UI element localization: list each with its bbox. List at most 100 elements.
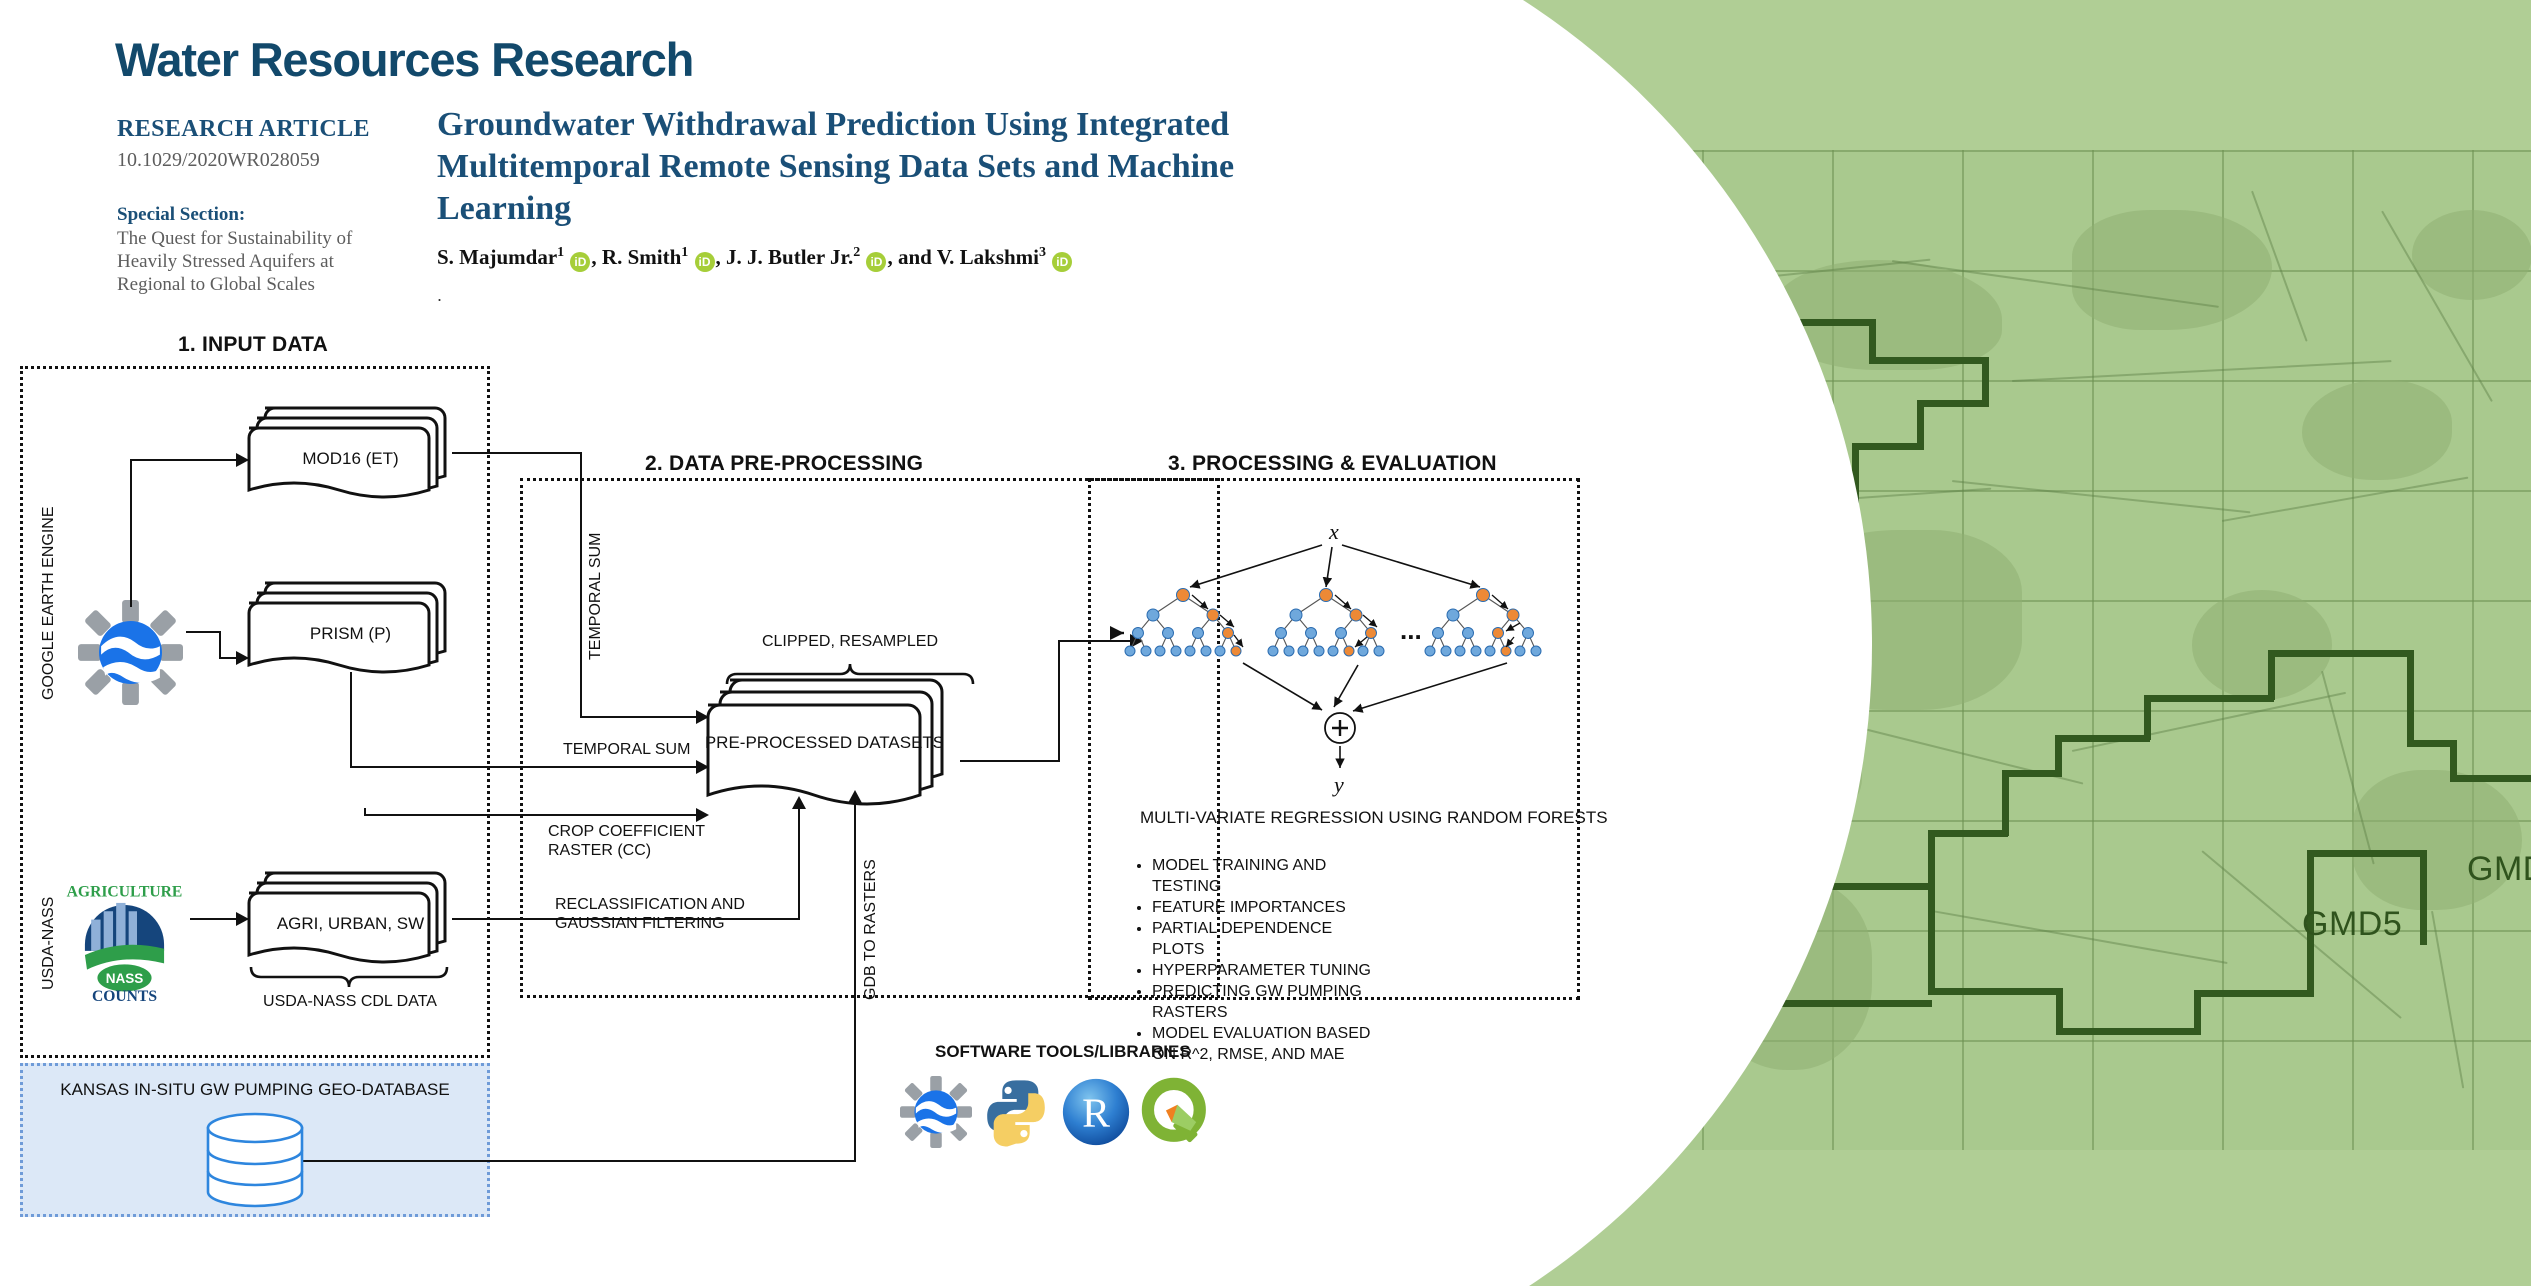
section-title-input-data: 1. INPUT DATA	[178, 333, 328, 356]
evaluation-list: MODEL TRAINING AND TESTING FEATURE IMPOR…	[1130, 855, 1380, 1065]
gmd-boundary-segment	[1917, 400, 1989, 407]
map-terrain-shade	[2352, 770, 2522, 910]
map-label-gmd: GMD	[2467, 850, 2531, 888]
edge-label-temporal-sum-vertical: TEMPORAL SUM	[587, 532, 604, 660]
connector-reclass-up	[798, 808, 800, 920]
usda-nass-logo-icon: NASS AGRICULTURE COUNTS	[67, 884, 183, 1005]
arrowhead	[696, 808, 709, 822]
edge-label-crop-coefficient: CROP COEFFICIENT RASTER (CC)	[548, 823, 706, 859]
author-name: J. J. Butler Jr.	[726, 245, 854, 269]
gmd-boundary-segment	[1869, 357, 1989, 364]
arrowhead	[696, 710, 709, 724]
python-icon[interactable]	[980, 1076, 1052, 1148]
connector-gee-to-prism	[219, 631, 221, 658]
map-stream	[2221, 476, 2469, 522]
orcid-icon[interactable]: iD	[866, 252, 887, 272]
document-stack-cdl: AGRI, URBAN, SW	[243, 865, 458, 970]
connector-cdl-vert-stub	[364, 812, 366, 816]
gmd-boundary-segment	[2144, 695, 2274, 702]
author-affiliation: 1	[681, 245, 689, 260]
connector-preprocessed-up	[1058, 640, 1060, 762]
list-item: HYPERPARAMETER TUNING	[1152, 960, 1380, 981]
map-terrain-shade	[2302, 380, 2452, 480]
arrowhead	[236, 912, 249, 926]
gmd-boundary-segment	[2307, 850, 2427, 857]
connector-prism-down	[350, 672, 352, 768]
doi-text[interactable]: 10.1029/2020WR028059	[117, 149, 320, 172]
map-stream	[1931, 910, 2228, 965]
tools-section-title: SOFTWARE TOOLS/LIBRARIES	[935, 1042, 1191, 1061]
orcid-icon[interactable]: iD	[694, 252, 715, 272]
connector-gee-to-prism	[186, 631, 220, 633]
cdl-brace-icon	[249, 966, 449, 988]
svg-text:NASS: NASS	[106, 971, 144, 986]
list-item: FEATURE IMPORTANCES	[1152, 897, 1380, 918]
arrowhead	[696, 760, 709, 774]
rf-ellipsis: ...	[1400, 615, 1422, 645]
author-affiliation: 2	[853, 245, 861, 260]
document-stack-prism: PRISM (P)	[243, 575, 458, 680]
map-stream	[2321, 670, 2375, 865]
document-stack-mod16: MOD16 (ET)	[243, 400, 458, 505]
article-header-and-flowchart: Water Resources Research RESEARCH ARTICL…	[0, 0, 1608, 1286]
geodatabase-label: KANSAS IN-SITU GW PUMPING GEO-DATABASE	[60, 1080, 450, 1099]
gmd-boundary-segment	[2407, 650, 2414, 745]
list-item: PARTIAL DEPENDENCE PLOTS	[1152, 918, 1380, 960]
document-label-mod16: MOD16 (ET)	[302, 449, 399, 468]
source-label-usda-nass: USDA-NASS	[40, 896, 57, 990]
page-title: Groundwater Withdrawal Prediction Using …	[437, 106, 1235, 227]
map-label-gmd5: GMD5	[2302, 905, 2403, 943]
trailing-period: .	[437, 285, 443, 305]
map-stream	[2431, 910, 2465, 1089]
journal-title: Water Resources Research	[115, 33, 694, 86]
orcid-icon[interactable]: iD	[1052, 252, 1073, 272]
author-name: S. Majumdar	[437, 245, 558, 269]
cdl-brace-label: USDA-NASS CDL DATA	[263, 993, 437, 1010]
connector-mod16-in	[580, 716, 702, 718]
r-language-icon[interactable]: R	[1060, 1076, 1132, 1148]
edge-label-temporal-sum: TEMPORAL SUM	[563, 741, 691, 758]
special-section-heading: Special Section:	[117, 204, 246, 225]
author-name: V. Lakshmi	[936, 245, 1040, 269]
gmd-boundary-segment	[2002, 770, 2009, 836]
gmd-boundary-segment	[2268, 650, 2275, 700]
connector-cc-in	[364, 814, 702, 816]
gmd-boundary-segment	[2056, 1028, 2201, 1035]
document-label-prism: PRISM (P)	[309, 624, 392, 643]
author-affiliation: 1	[557, 245, 565, 260]
gmd-boundary-segment	[2450, 775, 2531, 782]
connector-gee-to-mod16	[130, 459, 132, 607]
rf-input-symbol: x	[1328, 519, 1339, 544]
map-stream	[1951, 480, 2251, 514]
rf-output-symbol: y	[1332, 772, 1344, 797]
random-forest-diagram: x ...	[1110, 519, 1542, 713]
orcid-icon[interactable]: iD	[570, 252, 591, 272]
map-terrain-shade	[2412, 210, 2531, 300]
preprocessed-brace-label: CLIPPED, RESAMPLED	[761, 633, 939, 650]
author-list: S. Majumdar1 iD, R. Smith1 iD, J. J. But…	[437, 245, 1073, 272]
document-stack-preprocessed: PRE-PROCESSED DATASETS	[700, 672, 965, 812]
svg-text:AGRICULTURE: AGRICULTURE	[67, 884, 183, 901]
list-item: PREDICTING GW PUMPING RASTERS	[1152, 981, 1380, 1023]
connector-nass-to-cdl	[190, 918, 240, 920]
connector-preprocessed-out	[960, 760, 1060, 762]
map-terrain-shade	[2192, 590, 2332, 700]
article-type-label: RESEARCH ARTICLE	[117, 116, 370, 142]
gmd-boundary-segment	[1852, 443, 1924, 450]
gmd-boundary-segment	[1928, 988, 2063, 995]
google-earth-engine-icon[interactable]	[900, 1076, 972, 1148]
rf-caption: MULTI-VARIATE REGRESSION USING RANDOM FO…	[1140, 808, 1608, 827]
edge-label-gdb-to-rasters: GDB TO RASTERS	[862, 859, 879, 1000]
google-earth-engine-icon	[78, 600, 183, 705]
qgis-icon[interactable]	[1140, 1076, 1212, 1148]
rf-aggregator: y	[1324, 712, 1356, 797]
list-item: MODEL TRAINING AND TESTING	[1152, 855, 1380, 897]
preprocessed-brace-icon	[725, 663, 975, 685]
gmd-boundary-segment	[2055, 735, 2150, 742]
arrowhead	[792, 796, 806, 809]
author-affiliation: 3	[1039, 245, 1047, 260]
edge-label-reclassification: RECLASSIFICATION AND GAUSSIAN FILTERING	[555, 896, 745, 932]
gmd-boundary-segment	[2056, 988, 2063, 1033]
svg-text:COUNTS: COUNTS	[92, 988, 157, 1005]
gmd-boundary-segment	[2420, 850, 2427, 945]
